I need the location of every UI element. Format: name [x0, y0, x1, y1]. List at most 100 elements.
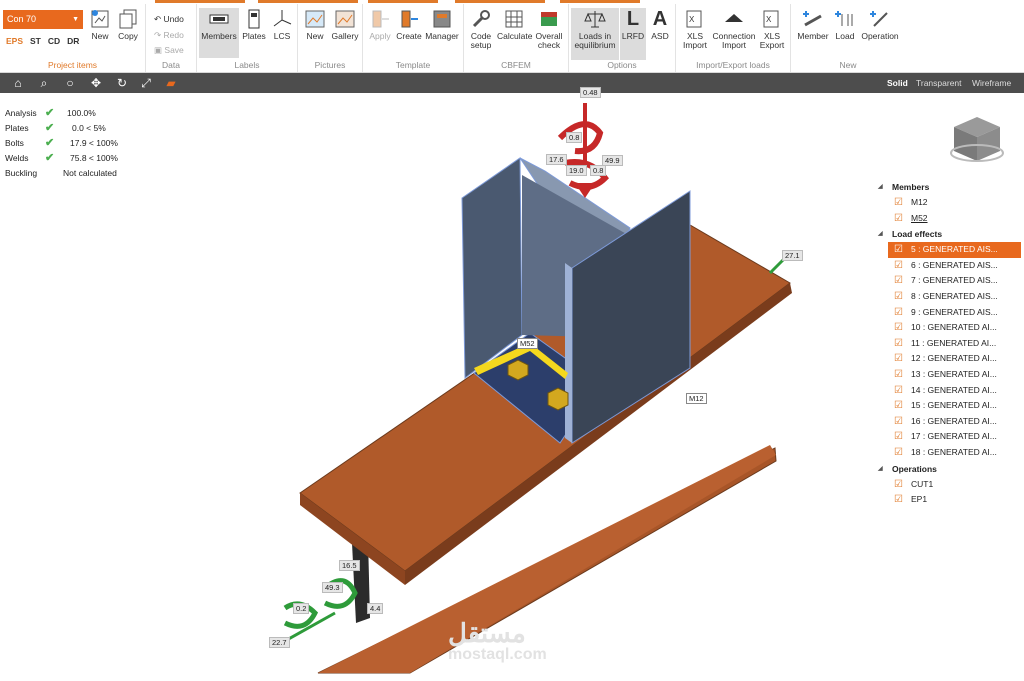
tree-item-load-effect[interactable]: ☑ 13 : GENERATED AI... — [876, 367, 1024, 383]
undo-button[interactable]: ↶ Undo — [154, 14, 184, 25]
view-mode-solid[interactable]: Solid — [887, 78, 908, 88]
tree-item-load-effect[interactable]: ☑ 11 : GENERATED AI... — [876, 336, 1024, 352]
redo-label: Redo — [163, 30, 184, 40]
status-label: Welds — [5, 153, 29, 163]
gallery-button[interactable]: Gallery — [331, 8, 359, 41]
tab-eps[interactable]: EPS — [6, 36, 23, 46]
checkbox-checked-icon[interactable]: ☑ — [894, 276, 903, 286]
3d-viewport[interactable]: M52 M12 0.48 0.8 17.6 49.9 19.0 0.8 27.1… — [0, 87, 1024, 681]
labels-lcs-button[interactable]: LCS — [269, 8, 295, 41]
new-picture-button[interactable]: New — [301, 8, 329, 41]
tree-item-load-effect[interactable]: ☑ 7 : GENERATED AIS... — [876, 273, 1024, 289]
checkbox-checked-icon[interactable]: ☑ — [894, 432, 903, 442]
lrfd-label: LRFD — [621, 31, 645, 41]
new-load-button[interactable]: Load — [832, 8, 858, 41]
checkbox-checked-icon[interactable]: ☑ — [894, 401, 903, 411]
overall-check-button[interactable]: Overall check — [532, 8, 566, 50]
checkbox-checked-icon[interactable]: ☑ — [894, 260, 903, 271]
label-m12[interactable]: M12 — [686, 393, 707, 404]
loads-in-equilibrium-button[interactable]: Loads in equilibrium — [571, 8, 619, 60]
tree-item-load-effect[interactable]: ☑ 9 : GENERATED AIS... — [876, 305, 1024, 321]
new-operation-button[interactable]: Operation — [860, 8, 900, 41]
checkbox-checked-icon[interactable]: ☑ — [894, 323, 903, 333]
save-button[interactable]: ▣ Save — [154, 45, 184, 56]
checkbox-checked-icon[interactable]: ☑ — [894, 213, 903, 224]
tree-item-load-effect[interactable]: ☑ 18 : GENERATED AI... — [876, 445, 1024, 461]
connection-import-button[interactable]: Connection Import — [712, 8, 756, 50]
code-setup-button[interactable]: Code setup — [466, 8, 496, 50]
asd-button[interactable]: A ASD — [648, 8, 672, 41]
zoom-icon[interactable]: ○ — [63, 76, 77, 90]
tree-item-operation[interactable]: ☑ CUT1 — [876, 477, 1024, 493]
connection-model-3d[interactable] — [0, 93, 1024, 681]
pan-icon[interactable]: ✥ — [89, 76, 103, 90]
labels-members-button[interactable]: Members — [199, 8, 239, 58]
checkbox-checked-icon[interactable]: ☑ — [894, 198, 903, 208]
xls-export-button[interactable]: X XLS Export — [757, 8, 787, 50]
tree-item-load-effect[interactable]: ☑ 17 : GENERATED AI... — [876, 429, 1024, 445]
label-v1: 17.6 — [546, 154, 567, 165]
manager-label: Manager — [425, 31, 459, 41]
checkbox-checked-icon[interactable]: ☑ — [894, 385, 903, 396]
zoom-extents-icon[interactable]: ⤢ — [139, 76, 153, 90]
tree-item-member[interactable]: ☑ M12 — [876, 195, 1024, 211]
picture-icon — [305, 10, 325, 28]
tree-item-label: CUT1 — [911, 478, 934, 489]
collapse-triangle-icon[interactable]: ◢ — [878, 179, 883, 195]
eraser-icon[interactable]: ▰ — [164, 76, 178, 90]
apply-template-button[interactable]: Apply — [366, 8, 394, 41]
tree-item-load-effect[interactable]: ☑ 10 : GENERATED AI... — [876, 320, 1024, 336]
lrfd-button[interactable]: L LRFD — [620, 8, 646, 60]
copy-project-item-button[interactable]: Copy — [115, 8, 141, 41]
checkbox-checked-icon[interactable]: ☑ — [894, 338, 903, 349]
tree-item-operation[interactable]: ☑ EP1 — [876, 492, 1024, 508]
view-mode-transparent[interactable]: Transparent — [916, 78, 962, 88]
checkbox-checked-icon[interactable]: ☑ — [894, 245, 903, 255]
new-member-button[interactable]: Member — [796, 8, 830, 41]
tab-st[interactable]: ST — [30, 36, 41, 46]
group-title-options: Options — [607, 60, 637, 70]
redo-button[interactable]: ↷ Redo — [154, 30, 184, 41]
members-label: Members — [201, 31, 237, 41]
label-m52[interactable]: M52 — [517, 338, 538, 349]
home-icon[interactable]: ⌂ — [11, 76, 25, 90]
tree-section-title: Load effects — [892, 229, 943, 240]
tree-section-members[interactable]: ◢ Members — [876, 179, 1024, 195]
collapse-triangle-icon[interactable]: ◢ — [878, 461, 883, 477]
tree-item-load-effect[interactable]: ☑ 14 : GENERATED AI... — [876, 383, 1024, 399]
tree-item-load-effect[interactable]: ☑ 12 : GENERATED AI... — [876, 351, 1024, 367]
tab-dr[interactable]: DR — [67, 36, 79, 46]
zoom-window-icon[interactable]: ⌕ — [37, 76, 51, 90]
xls-import-button[interactable]: X XLS Import — [679, 8, 711, 50]
tree-item-load-effect[interactable]: ☑ 8 : GENERATED AIS... — [876, 289, 1024, 305]
tree-section-load-effects[interactable]: ◢ Load effects — [876, 226, 1024, 242]
tree-item-label: EP1 — [911, 494, 928, 505]
model-tree: ◢ Members ☑ M12 ☑ M52 ◢ Load effects ☑ 5 : GE… — [876, 179, 1024, 508]
checkbox-checked-icon[interactable]: ☑ — [894, 369, 903, 380]
collapse-triangle-icon[interactable]: ◢ — [878, 226, 883, 242]
tree-item-load-effect[interactable]: ☑ 16 : GENERATED AI... — [876, 414, 1024, 430]
new-project-item-button[interactable]: New — [88, 8, 112, 41]
view-mode-wireframe[interactable]: Wireframe — [972, 78, 1011, 88]
rotate-icon[interactable]: ↻ — [115, 76, 129, 90]
checkbox-checked-icon[interactable]: ☑ — [894, 307, 903, 318]
checkbox-checked-icon[interactable]: ☑ — [894, 291, 903, 302]
checkbox-checked-icon[interactable]: ☑ — [894, 495, 903, 505]
create-template-button[interactable]: Create — [395, 8, 423, 41]
check-icon: ✔ — [45, 152, 55, 164]
labels-plates-button[interactable]: Plates — [241, 8, 267, 41]
checkbox-checked-icon[interactable]: ☑ — [894, 447, 903, 458]
project-item-select[interactable]: Con 70 ▼ — [3, 10, 83, 29]
checkbox-checked-icon[interactable]: ☑ — [894, 354, 903, 364]
tree-item-load-effect[interactable]: ☑ 15 : GENERATED AI... — [876, 398, 1024, 414]
calculate-button[interactable]: Calculate — [497, 8, 532, 41]
tree-item-member[interactable]: ☑ M52 — [876, 211, 1024, 227]
template-manager-button[interactable]: Manager — [424, 8, 460, 41]
group-title-cbfem: CBFEM — [501, 60, 531, 70]
checkbox-checked-icon[interactable]: ☑ — [894, 416, 903, 427]
checkbox-checked-icon[interactable]: ☑ — [894, 479, 903, 490]
tree-item-load-effect[interactable]: ☑ 6 : GENERATED AIS... — [876, 258, 1024, 274]
tab-cd[interactable]: CD — [48, 36, 60, 46]
tree-section-operations[interactable]: ◢ Operations — [876, 461, 1024, 477]
tree-item-load-effect-selected[interactable]: ☑ 5 : GENERATED AIS... — [888, 242, 1021, 258]
